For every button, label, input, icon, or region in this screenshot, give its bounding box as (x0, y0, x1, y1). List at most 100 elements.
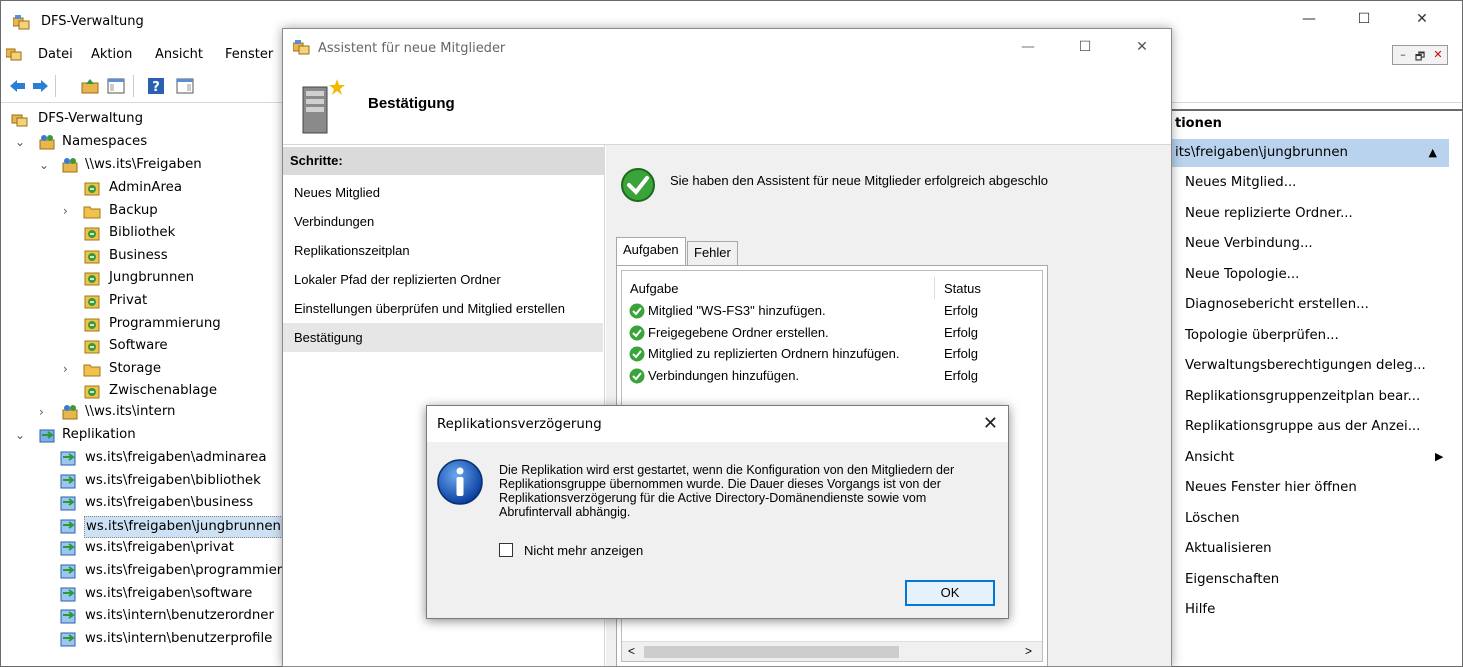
success-check-icon (629, 303, 645, 319)
show-tree-icon[interactable] (107, 77, 125, 95)
replication-delay-dialog: Replikationsverzögerung ✕ Die Replikatio… (426, 405, 1009, 619)
action-item[interactable]: Topologie überprüfen... (1185, 328, 1339, 343)
ok-button[interactable]: OK (905, 580, 995, 606)
dialog-close-button[interactable]: ✕ (983, 413, 998, 434)
chevron-right-icon[interactable]: › (39, 402, 51, 422)
menu-fenster[interactable]: Fenster (225, 47, 273, 62)
actions-group-header[interactable]: its\freigaben\jungbrunnen ▲ (1165, 139, 1449, 167)
action-item[interactable]: Neue Verbindung... (1185, 236, 1313, 251)
wizard-minimize-button[interactable]: — (1018, 39, 1038, 55)
dfs-link-folder-icon (84, 272, 100, 286)
success-check-icon (629, 368, 645, 383)
chevron-down-icon[interactable]: ⌄ (15, 132, 27, 152)
dfs-link-folder-icon (84, 182, 100, 196)
scroll-left-button[interactable]: < (628, 644, 635, 658)
show-action-pane-icon[interactable] (176, 77, 194, 95)
action-item[interactable]: Aktualisieren (1185, 541, 1272, 556)
mdi-minimize-button[interactable]: – (1395, 48, 1411, 61)
action-item-label: Eigenschaften (1185, 571, 1280, 587)
actions-header-bar (1165, 109, 1462, 111)
actions-section-header: tionen (1165, 112, 1462, 138)
dfs-link-folder-icon (84, 295, 100, 309)
horizontal-scrollbar[interactable]: < > (622, 641, 1042, 661)
replication-group-icon (60, 564, 76, 579)
chevron-down-icon[interactable]: ⌄ (15, 425, 27, 445)
action-item[interactable]: Hilfe (1185, 602, 1215, 617)
collapse-caret-icon[interactable]: ▲ (1429, 139, 1437, 167)
mdi-close-button[interactable]: ✕ (1430, 48, 1446, 61)
scrollbar-thumb[interactable] (644, 646, 899, 658)
replication-group-icon (60, 541, 76, 556)
server-icon (302, 79, 345, 134)
mdi-controls: – 🗗 ✕ (1392, 45, 1448, 65)
action-item[interactable]: Ansicht ▶ (1185, 449, 1443, 465)
chevron-right-icon[interactable]: › (63, 359, 75, 379)
success-check-icon (629, 325, 645, 340)
dont-show-again-label[interactable]: Nicht mehr anzeigen (524, 543, 643, 558)
action-item[interactable]: Replikationsgruppenzeitplan bear... (1185, 389, 1420, 404)
task-name: Freigegebene Ordner erstellen. (648, 324, 829, 340)
actions-group-label: its\freigaben\jungbrunnen (1175, 145, 1348, 160)
action-item[interactable]: Replikationsgruppe aus der Anzei... (1185, 419, 1420, 434)
column-header-aufgabe[interactable]: Aufgabe (630, 281, 678, 296)
chevron-right-icon[interactable]: › (63, 201, 75, 221)
up-folder-icon[interactable] (81, 77, 99, 95)
wizard-step: Verbindungen (294, 214, 375, 229)
action-item-label: Hilfe (1185, 602, 1216, 617)
action-item[interactable]: Neues Fenster hier öffnen (1185, 480, 1357, 495)
dialog-titlebar: Replikationsverzögerung ✕ (427, 406, 1008, 442)
maximize-button[interactable]: ☐ (1354, 11, 1374, 27)
success-message: Sie haben den Assistent für neue Mitglie… (670, 173, 1048, 188)
dfs-icon (11, 114, 28, 127)
replication-group-icon (60, 587, 76, 602)
action-item-label: Diagnosebericht erstellen... (1185, 297, 1369, 312)
dfs-link-folder-icon (84, 340, 100, 354)
action-item-label: Ansicht (1185, 449, 1235, 465)
success-check-icon (629, 346, 645, 362)
close-button[interactable]: ✕ (1412, 11, 1432, 27)
replication-icon (39, 429, 55, 443)
action-item-label: Replikationsgruppe aus der Anzei... (1185, 419, 1421, 434)
actions-pane: tionen its\freigaben\jungbrunnen ▲ Neues… (1164, 103, 1462, 666)
forward-arrow-icon[interactable] (31, 77, 49, 95)
action-item[interactable]: Neue replizierte Ordner... (1185, 206, 1353, 221)
action-item[interactable]: Löschen (1185, 511, 1240, 526)
svg-text:?: ? (152, 80, 160, 95)
console-tree: DFS-Verwaltung ⌄ Namespaces ⌄ \\ws.its\F… (1, 103, 283, 666)
minimize-button[interactable]: — (1299, 11, 1319, 27)
action-item-label: Verwaltungsberechtigungen deleg... (1185, 358, 1426, 373)
task-name: Mitglied "WS-FS3" hinzufügen. (648, 303, 826, 318)
replication-group-icon (60, 496, 76, 511)
action-item[interactable]: Eigenschaften (1185, 572, 1279, 587)
menu-datei[interactable]: Datei (38, 47, 73, 62)
dont-show-again-checkbox[interactable] (499, 543, 513, 557)
column-header-status[interactable]: Status (944, 281, 981, 296)
action-item-label: Replikationsgruppenzeitplan bear... (1185, 388, 1421, 404)
wizard-close-button[interactable]: ✕ (1132, 39, 1152, 55)
action-item-label: Aktualisieren (1185, 541, 1272, 556)
menu-aktion[interactable]: Aktion (91, 47, 132, 62)
tab-aufgaben[interactable]: Aufgaben (616, 237, 686, 265)
action-item-label: Topologie überprüfen... (1185, 327, 1339, 343)
mdi-restore-button[interactable]: 🗗 (1412, 48, 1428, 67)
chevron-down-icon[interactable]: ⌄ (39, 155, 51, 175)
action-item-label: Neue replizierte Ordner... (1185, 205, 1353, 221)
action-item[interactable]: Diagnosebericht erstellen... (1185, 297, 1369, 312)
menu-ansicht[interactable]: Ansicht (155, 47, 203, 62)
scroll-right-button[interactable]: > (1025, 644, 1032, 658)
action-item-label: Neue Topologie... (1185, 266, 1300, 282)
help-icon[interactable]: ? (147, 77, 165, 95)
success-check-icon (621, 168, 655, 202)
task-status: Erfolg (944, 324, 978, 340)
console-menu-icon[interactable] (6, 47, 22, 61)
main-window-title: DFS-Verwaltung (41, 14, 144, 29)
action-item-label: Neues Fenster hier öffnen (1185, 480, 1357, 495)
back-arrow-icon[interactable] (9, 77, 27, 95)
action-item[interactable]: Neues Mitglied... (1185, 175, 1296, 190)
action-item[interactable]: Neue Topologie... (1185, 267, 1299, 282)
wizard-maximize-button[interactable]: ☐ (1075, 39, 1095, 55)
task-status: Erfolg (944, 346, 978, 361)
action-item[interactable]: Verwaltungsberechtigungen deleg... (1185, 358, 1426, 373)
action-item-label: Neue Verbindung... (1185, 236, 1313, 251)
tab-fehler[interactable]: Fehler (687, 241, 738, 265)
